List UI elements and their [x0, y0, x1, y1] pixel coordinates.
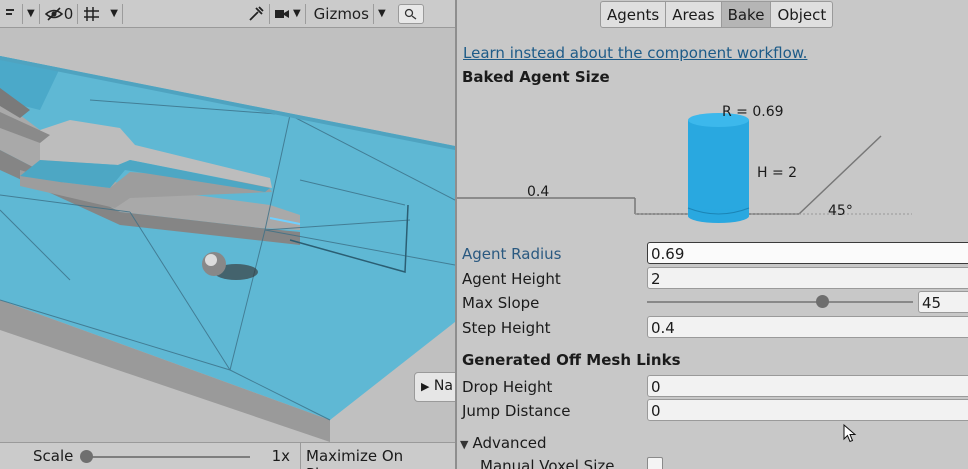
agent-radius-label: Agent Radius: [462, 245, 562, 263]
camera-icon: [274, 9, 289, 18]
manual-voxel-size-label: Manual Voxel Size: [480, 457, 615, 469]
step-height-text: 0.4: [527, 184, 549, 200]
max-slope-label: Max Slope: [462, 294, 540, 312]
grid-dropdown[interactable]: ▼: [106, 0, 122, 28]
navigation-tabs: Agents Areas Bake Object: [600, 1, 834, 28]
game-view-footer: Scale 1x Maximize On Play: [0, 442, 455, 469]
navmesh-display-label: Na: [433, 378, 453, 394]
scale-slider-track: [86, 456, 250, 458]
agent-height-label: Agent Height: [462, 270, 561, 288]
eye-hidden-icon: [44, 6, 63, 21]
drop-height-field[interactable]: 0: [647, 375, 968, 397]
tools-button[interactable]: [243, 0, 269, 28]
drop-height-label: Drop Height: [462, 378, 553, 396]
scale-slider-thumb[interactable]: [80, 450, 93, 463]
agent-radius-text: R = 0.69: [722, 104, 784, 120]
off-mesh-links-title: Generated Off Mesh Links: [462, 351, 681, 369]
max-slope-slider[interactable]: [647, 291, 913, 313]
component-workflow-link[interactable]: Learn instead about the component workfl…: [463, 44, 807, 62]
agent-radius-row: Agent Radius 0.69: [457, 242, 968, 266]
max-slope-row: Max Slope 45: [457, 291, 968, 315]
scene-toolbar: ▼ 0 ▼ ▼ Gizmos ▼: [0, 0, 455, 28]
hidden-objects-toggle[interactable]: 0: [40, 0, 78, 28]
chevron-down-icon: ▼: [27, 8, 35, 19]
advanced-label: Advanced: [472, 434, 547, 452]
scale-label: Scale: [33, 447, 74, 465]
agent-radius-field[interactable]: 0.69: [647, 242, 968, 264]
agent-cylinder-icon: [687, 113, 750, 223]
agent-height-text: H = 2: [757, 165, 797, 181]
scene-view[interactable]: ▼ 0 ▼ ▼ Gizmos ▼ ▶ Na Scale 1x Maximize …: [0, 0, 455, 469]
scene-search-field[interactable]: [397, 3, 424, 24]
toolbar-separator: [121, 3, 123, 24]
tab-object[interactable]: Object: [771, 1, 834, 28]
scale-slider[interactable]: [80, 446, 250, 466]
jump-distance-label: Jump Distance: [462, 402, 571, 420]
dropdown-partial-icon: [6, 8, 14, 15]
visibility-dropdown[interactable]: ▼: [23, 0, 39, 28]
navmesh-scene: [0, 28, 455, 442]
gizmos-menu-dropdown[interactable]: ▼: [374, 0, 390, 28]
grid-toggle-button[interactable]: [78, 0, 106, 28]
gizmos-dropdown[interactable]: Gizmos: [306, 0, 373, 28]
chevron-down-icon: ▼: [377, 8, 386, 19]
manual-voxel-size-checkbox[interactable]: [647, 457, 663, 469]
tab-areas[interactable]: Areas: [666, 1, 722, 28]
grid-icon: [84, 6, 100, 21]
search-icon: [404, 8, 417, 20]
max-slope-field[interactable]: 45: [918, 291, 968, 313]
tab-bake[interactable]: Bake: [721, 1, 772, 28]
navigation-panel: Agents Areas Bake Object Learn instead a…: [457, 0, 968, 469]
chevron-down-icon: ▼: [292, 8, 301, 19]
step-height-field[interactable]: 0.4: [647, 316, 968, 338]
maximize-on-play-button[interactable]: Maximize On Play: [300, 442, 438, 469]
foldout-triangle-icon: ▼: [460, 438, 469, 451]
chevron-down-icon: ▼: [110, 8, 118, 19]
jump-distance-field[interactable]: 0: [647, 399, 968, 421]
step-height-label: Step Height: [462, 319, 551, 337]
hidden-objects-count: 0: [63, 4, 74, 23]
jump-distance-row: Jump Distance 0: [457, 399, 968, 423]
drop-height-row: Drop Height 0: [457, 375, 968, 399]
baked-agent-size-title: Baked Agent Size: [462, 68, 610, 86]
gizmos-label: Gizmos: [313, 4, 369, 23]
baked-agent-size-diagram: R = 0.69 H = 2 0.4 45°: [457, 104, 912, 223]
play-triangle-icon: ▶: [421, 380, 430, 393]
max-slope-slider-thumb[interactable]: [816, 295, 829, 308]
audio-toggle-button[interactable]: [0, 0, 22, 28]
tab-agents[interactable]: Agents: [600, 1, 667, 28]
scene-viewport[interactable]: [0, 28, 455, 442]
step-height-row: Step Height 0.4: [457, 316, 968, 340]
agent-height-field[interactable]: 2: [647, 267, 968, 289]
navmesh-display-button[interactable]: ▶ Na: [414, 372, 455, 402]
advanced-foldout[interactable]: ▼ Advanced: [460, 434, 547, 452]
agent-height-row: Agent Height 2: [457, 267, 968, 291]
mouse-cursor-icon: [843, 424, 857, 443]
scale-value: 1x: [271, 447, 290, 465]
max-slope-text: 45°: [828, 203, 853, 219]
tools-icon: [249, 5, 264, 21]
camera-dropdown[interactable]: ▼: [270, 0, 305, 28]
max-slope-slider-track: [647, 301, 913, 303]
